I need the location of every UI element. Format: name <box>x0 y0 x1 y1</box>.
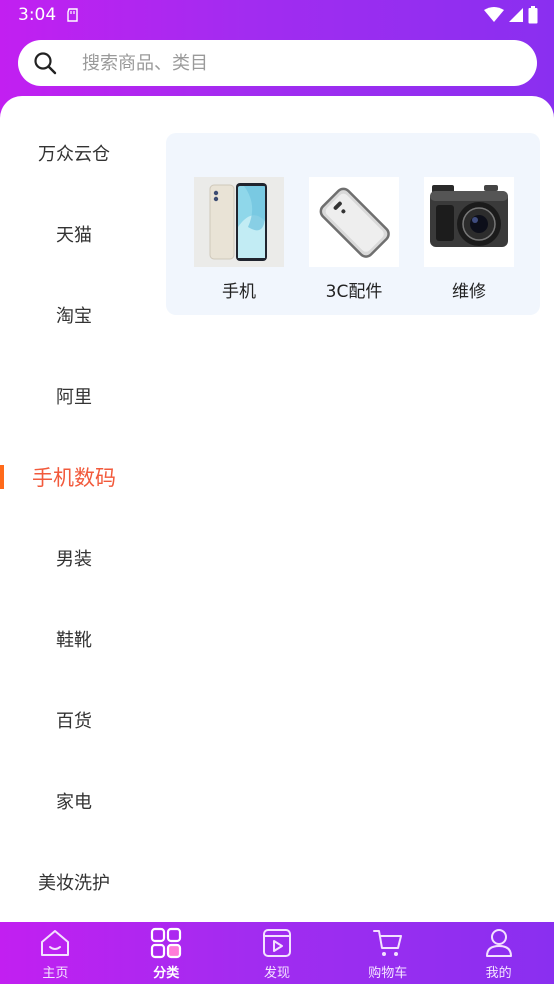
battery-icon <box>528 6 538 24</box>
tab-label: 主页 <box>42 966 69 981</box>
tab-cart[interactable]: 购物车 <box>332 922 443 984</box>
subcategory-label: 手机 <box>222 282 256 302</box>
category-item[interactable]: 阿里 <box>0 376 148 416</box>
category-item[interactable]: 美妆洗护 <box>0 862 148 902</box>
category-label: 天猫 <box>56 225 92 246</box>
category-item[interactable]: 鞋靴 <box>0 619 148 659</box>
category-label: 淘宝 <box>56 306 92 327</box>
category-item[interactable]: 男装 <box>0 538 148 578</box>
profile-icon <box>485 929 512 957</box>
category-label: 男装 <box>56 549 92 570</box>
subcategory-label: 维修 <box>452 282 486 302</box>
bottom-tab-bar: 主页 分类 发现 购物车 我的 <box>0 922 554 984</box>
phone-image <box>194 177 284 267</box>
search-input[interactable] <box>82 40 522 86</box>
tab-discover[interactable]: 发现 <box>222 922 333 984</box>
category-item[interactable]: 淘宝 <box>0 295 148 335</box>
subcategory-item[interactable]: 手机 <box>194 177 284 302</box>
status-time: 3:04 <box>18 5 57 25</box>
category-label: 鞋靴 <box>56 630 92 651</box>
signal-icon <box>509 8 523 22</box>
category-label: 百货 <box>56 711 92 732</box>
category-label: 家电 <box>56 792 92 813</box>
cart-icon <box>372 930 402 956</box>
sd-card-icon <box>67 8 78 22</box>
main-content: 万众云仓 天猫 淘宝 阿里 手机数码 男装 鞋靴 百货 家电 美妆洗护 手机 3… <box>0 96 554 922</box>
status-bar: 3:04 <box>0 0 554 30</box>
category-item[interactable]: 天猫 <box>0 214 148 254</box>
category-label: 万众云仓 <box>38 144 110 165</box>
tab-category[interactable]: 分类 <box>111 922 222 984</box>
tab-profile[interactable]: 我的 <box>443 922 554 984</box>
category-item[interactable]: 百货 <box>0 700 148 740</box>
category-label: 美妆洗护 <box>38 873 110 894</box>
home-icon <box>41 930 70 956</box>
tab-label: 我的 <box>485 966 512 981</box>
category-label: 阿里 <box>56 387 92 408</box>
camera-image <box>424 177 514 267</box>
subcategory-item[interactable]: 3C配件 <box>309 177 399 302</box>
category-label: 手机数码 <box>32 466 116 490</box>
wifi-icon <box>484 7 504 22</box>
subcategory-label: 3C配件 <box>325 282 383 302</box>
tab-label: 购物车 <box>368 966 408 981</box>
subcategory-panel: 手机 3C配件 维修 <box>166 133 540 315</box>
tab-home[interactable]: 主页 <box>0 922 111 984</box>
search-icon <box>34 52 57 75</box>
discover-icon <box>262 929 291 957</box>
category-item-active[interactable]: 手机数码 <box>0 457 148 497</box>
phone-case-image <box>309 177 399 267</box>
tab-label: 发现 <box>263 966 290 981</box>
tab-label: 分类 <box>153 966 180 981</box>
search-bar[interactable] <box>18 40 537 86</box>
category-icon <box>151 927 182 959</box>
category-item[interactable]: 家电 <box>0 781 148 821</box>
category-item[interactable]: 万众云仓 <box>0 133 148 173</box>
status-icons <box>484 6 538 24</box>
subcategory-item[interactable]: 维修 <box>424 177 514 302</box>
